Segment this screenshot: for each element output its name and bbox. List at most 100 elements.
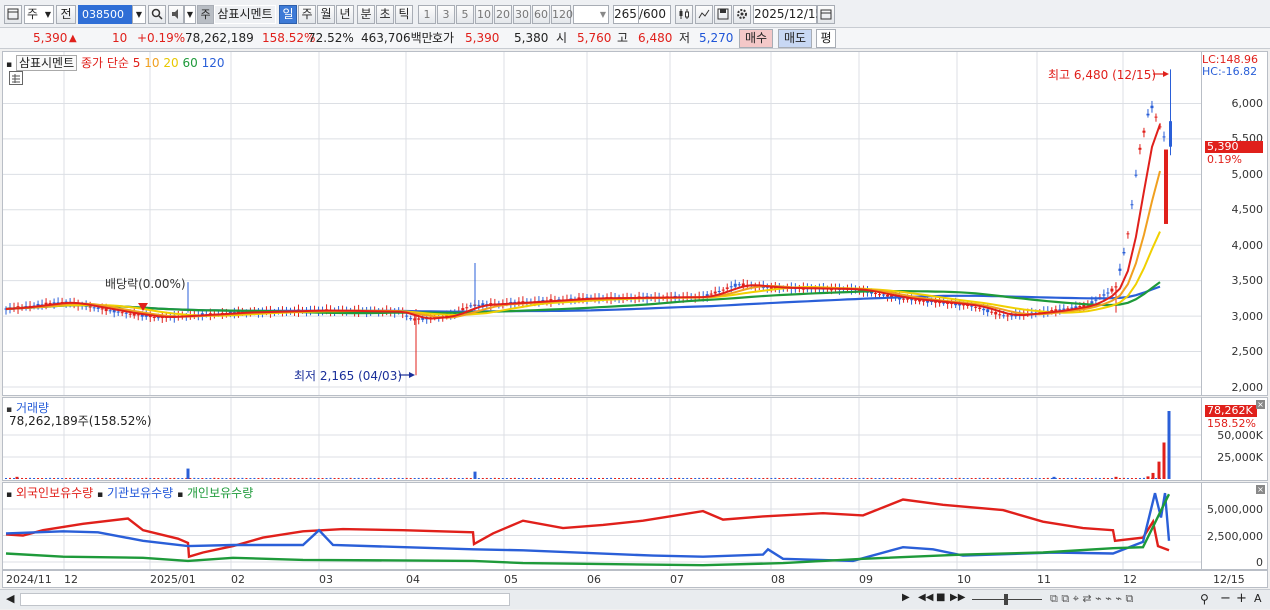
interval-select[interactable]: ▼ <box>573 5 609 24</box>
search-icon[interactable] <box>148 5 166 24</box>
period-tick-button[interactable]: 틱 <box>395 5 413 24</box>
volume-bar <box>1010 478 1013 479</box>
volume-bar <box>253 477 256 479</box>
interval-60-button[interactable]: 60 <box>532 5 550 24</box>
font-size-icon[interactable]: A <box>1254 592 1262 605</box>
volume-chart-pane[interactable]: ▪ 거래량 78,262,189주(158.52%) <box>2 397 1202 481</box>
volume-bar <box>590 477 593 479</box>
period-day-button[interactable]: 일 <box>279 5 297 24</box>
legend-foreign: 외국인보유수량 <box>15 486 94 500</box>
volume-bar <box>209 478 212 479</box>
period-minute-button[interactable]: 분 <box>357 5 375 24</box>
y-tick: 25,000K <box>1217 451 1263 464</box>
prev-button[interactable]: 전 <box>56 5 76 24</box>
rewind-icon[interactable]: ◀◀ <box>918 592 933 603</box>
interval-120-button[interactable]: 120 <box>551 5 573 24</box>
candle-body <box>1146 113 1150 116</box>
period-second-button[interactable]: 초 <box>376 5 394 24</box>
candle-body <box>709 293 713 295</box>
fast-forward-icon[interactable]: ▶▶ <box>950 592 965 603</box>
interval-30-button[interactable]: 30 <box>513 5 531 24</box>
close-icon[interactable]: × <box>1256 400 1265 409</box>
table-toggle-icon[interactable] <box>9 71 23 85</box>
period-year-button[interactable]: 년 <box>336 5 354 24</box>
sell-button[interactable]: 매도 <box>778 29 812 48</box>
volume-bar <box>1154 478 1157 479</box>
candle-body <box>409 318 413 320</box>
chart-tools-icon[interactable]: ⧉ ⧉ ⌖ ⇄ ⌁ ⌁ ⌁ ⧉ <box>1050 592 1133 606</box>
volume-bar <box>918 477 921 479</box>
interval-1-button[interactable]: 1 <box>418 5 436 24</box>
volume-bar <box>37 478 40 479</box>
volume-bar <box>149 478 152 479</box>
candle-body <box>994 311 998 315</box>
zoom-icon[interactable]: ⚲ <box>1200 592 1209 606</box>
volume-bar <box>129 478 132 479</box>
scroll-left-icon[interactable]: ◀ <box>6 592 14 605</box>
volume-bar <box>509 478 512 479</box>
speaker-icon[interactable] <box>168 5 184 24</box>
candle-type-icon[interactable] <box>675 5 693 24</box>
interval-10-button[interactable]: 10 <box>475 5 493 24</box>
period-week-button[interactable]: 주 <box>298 5 316 24</box>
save-icon[interactable] <box>714 5 732 24</box>
volume-bar <box>473 471 477 479</box>
hc-label: HC:-16.82 <box>1202 65 1258 78</box>
interval-5-button[interactable]: 5 <box>456 5 474 24</box>
zoom-in-icon[interactable]: + <box>1236 591 1247 606</box>
calendar-icon[interactable] <box>817 5 835 24</box>
volume-bar <box>798 478 801 479</box>
legend-square-icon: ▪ <box>6 490 13 500</box>
volume-bar <box>273 478 276 479</box>
buy-button[interactable]: 매수 <box>739 29 773 48</box>
market-badge: 주 <box>197 5 214 24</box>
chart-menu-icon[interactable] <box>4 5 22 24</box>
candle-body <box>878 294 882 296</box>
zoom-slider-handle[interactable] <box>1004 594 1008 605</box>
volume-bar <box>850 478 853 479</box>
volume-bar <box>1018 478 1021 479</box>
volume-bar <box>1070 478 1073 479</box>
volume-bar <box>902 478 905 479</box>
holding-chart-pane[interactable]: ▪ 외국인보유수량 ▪ 기관보유수량 ▪ 개인보유수량 <box>2 482 1202 570</box>
play-icon[interactable]: ▶ <box>902 592 910 603</box>
market-type-select[interactable]: 주 ▼ <box>24 5 54 24</box>
stop-icon[interactable]: ■ <box>936 592 945 603</box>
eval-button[interactable]: 평 <box>816 29 836 48</box>
volume-bar <box>1134 478 1137 479</box>
close-icon[interactable]: × <box>1256 485 1265 494</box>
line-tool-icon[interactable] <box>695 5 713 24</box>
volume-bar <box>77 477 80 479</box>
volume-bar <box>930 477 933 479</box>
candle-body <box>1122 251 1126 254</box>
candle-body <box>922 300 926 302</box>
date-input[interactable]: 2025/12/15 <box>753 5 823 24</box>
volume-bar <box>846 478 849 479</box>
interval-20-button[interactable]: 20 <box>494 5 512 24</box>
price-y-axis[interactable]: LC:148.96 HC:-16.82 6,000 5,500 5,390 0.… <box>1202 51 1268 396</box>
horizontal-scrollbar[interactable] <box>20 593 510 606</box>
volume-y-axis[interactable]: 78,262K 158.52% × 50,000K 25,000K <box>1202 397 1268 481</box>
candle-body <box>910 299 914 301</box>
speaker-dropdown-icon[interactable]: ▼ <box>184 5 196 24</box>
period-month-button[interactable]: 월 <box>317 5 335 24</box>
volume-bar <box>682 478 685 479</box>
volume-bar <box>686 477 689 479</box>
volume-bar <box>1034 477 1037 479</box>
code-dropdown-icon[interactable]: ▼ <box>132 5 146 24</box>
volume-bar <box>1002 478 1005 479</box>
holding-y-axis[interactable]: × 5,000,000 2,500,000 0 <box>1202 482 1268 570</box>
price-chart-pane[interactable]: ▪ 삼표시멘트 종가 단순 5 10 20 60 120 최고 6,480 (1… <box>2 51 1202 396</box>
volume-bar <box>349 477 352 479</box>
stock-code-input[interactable]: 038500 <box>78 5 132 24</box>
zoom-out-icon[interactable]: − <box>1220 591 1231 606</box>
bar-count-input[interactable]: 265 <box>613 5 639 24</box>
market-type-label: 주 <box>27 7 39 21</box>
volume-bar <box>277 478 280 479</box>
legend-square-icon: ▪ <box>6 60 13 70</box>
interval-3-button[interactable]: 3 <box>437 5 455 24</box>
open-price: 5,760 <box>577 31 612 45</box>
volume-bar <box>754 477 757 479</box>
gear-icon[interactable] <box>733 5 751 24</box>
volume-bar <box>838 478 841 479</box>
